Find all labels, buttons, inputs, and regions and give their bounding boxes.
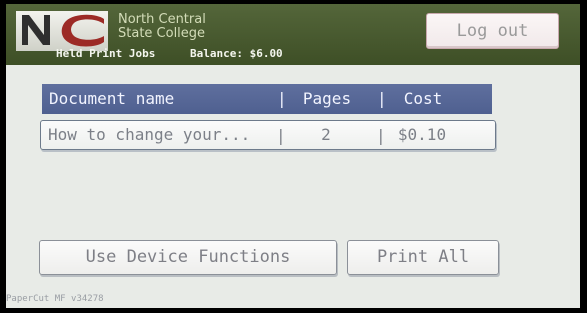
column-header-document: Document name [49,89,175,108]
college-name: North Central State College [118,13,206,41]
column-separator: | [276,126,286,145]
print-job-row[interactable]: How to change your... | 2 | $0.10 [40,120,496,150]
column-header-pages: Pages [302,89,352,108]
header-bar: North Central State College Held Print J… [6,4,580,65]
status-line: Held Print Jobs Balance: $6.00 [56,47,283,61]
job-cost: $0.10 [397,125,447,144]
column-header-cost: Cost [403,89,443,108]
use-device-functions-button[interactable]: Use Device Functions [39,240,337,275]
section-title: Held Print Jobs [56,47,156,60]
job-page-count: 2 [321,125,331,144]
printer-touchscreen: North Central State College Held Print J… [6,4,580,308]
job-document-name: How to change your... [48,125,251,144]
balance-text: Balance: $6.00 [189,47,283,60]
column-separator: | [376,126,386,145]
college-name-line2: State College [118,26,206,41]
nc-logo-icon [22,14,104,47]
column-separator: | [377,89,387,108]
print-all-button[interactable]: Print All [347,240,499,275]
college-logo [16,11,108,51]
college-name-line1: North Central [118,12,206,27]
column-separator: | [277,89,287,108]
jobs-table-header: Document name | Pages | Cost [42,84,492,114]
logout-button[interactable]: Log out [426,13,559,49]
version-label: PaperCut MF v34278 [6,294,104,304]
